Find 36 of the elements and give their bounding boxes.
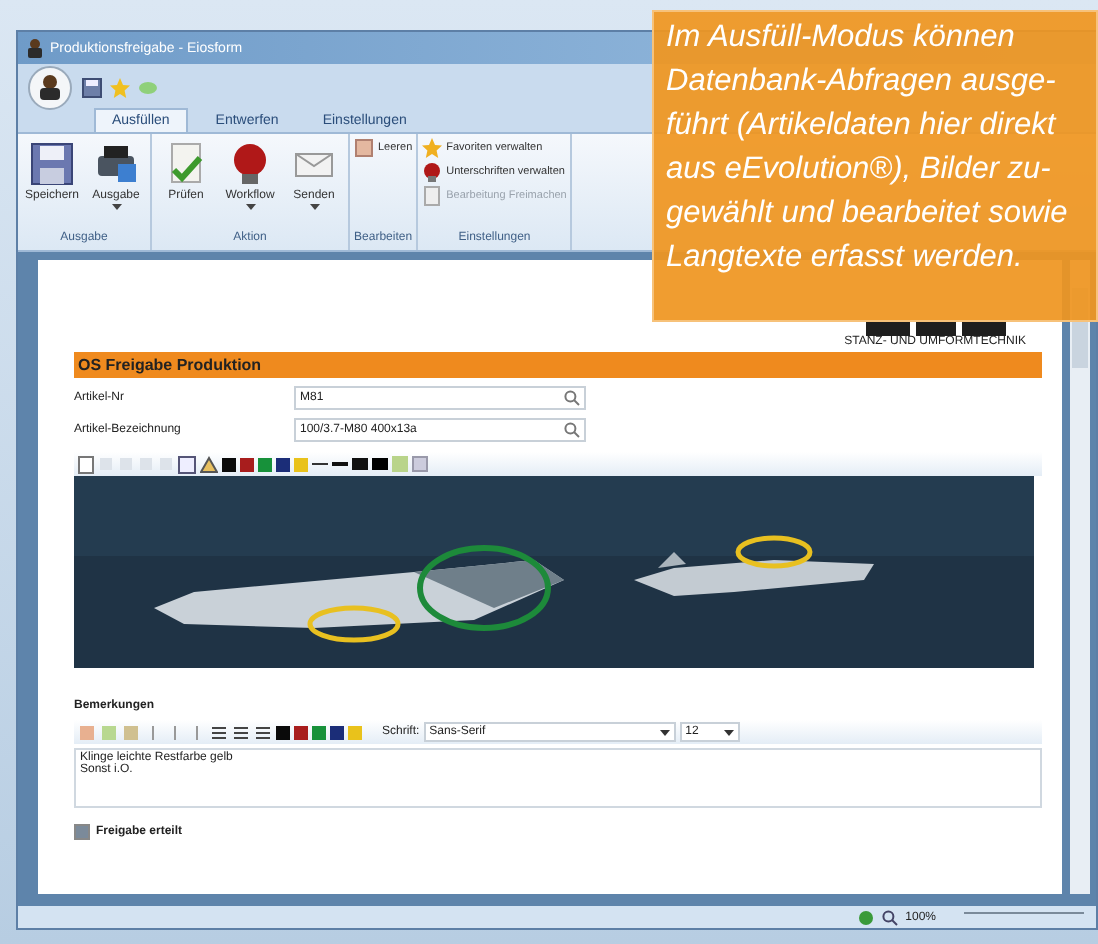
callout-text: Im Ausfüll-Modus können [666, 18, 1017, 58]
app-icon [26, 38, 44, 58]
color-swatch[interactable] [222, 457, 236, 471]
color-swatch[interactable] [240, 457, 254, 471]
caret-icon [659, 729, 670, 735]
color-swatch[interactable] [276, 457, 290, 471]
callout-text: aus eEvolution®), Bilder zu- [666, 150, 1053, 190]
color-swatch[interactable] [348, 725, 362, 739]
callout-text: Datenbank-Abfragen ausge- [666, 62, 1058, 102]
align-right-icon[interactable] [254, 723, 272, 741]
align-center-icon[interactable] [232, 723, 250, 741]
color-swatch[interactable] [294, 725, 308, 739]
save-icon[interactable] [82, 78, 102, 98]
caret-icon [723, 729, 734, 735]
seal-icon [422, 162, 443, 182]
callout-text: Langtexte erfasst werden. [666, 238, 1025, 278]
color-swatch[interactable] [312, 725, 326, 739]
zoom-icon[interactable] [881, 909, 898, 925]
color-swatch[interactable] [294, 457, 308, 471]
app-menu-icon[interactable] [26, 66, 74, 110]
form-heading: OS Freigabe Produktion [74, 352, 1042, 378]
printer-icon [92, 140, 140, 188]
star-icon [422, 138, 443, 158]
callout-text: gewählt und bearbeitet sowie [666, 194, 1070, 234]
color-swatch[interactable] [276, 725, 290, 739]
align-left-icon[interactable] [210, 723, 228, 741]
search-icon [564, 422, 580, 438]
frame-icon[interactable] [178, 455, 196, 473]
line-style-icon[interactable] [312, 456, 388, 472]
color-swatch[interactable] [258, 457, 272, 471]
page-icon[interactable] [78, 455, 94, 473]
document-icon [422, 186, 443, 206]
color-swatch[interactable] [330, 725, 344, 739]
star-icon[interactable] [110, 78, 130, 98]
search-icon [564, 390, 580, 406]
callout-text: führt (Artikeldaten hier direkt [666, 106, 1059, 146]
